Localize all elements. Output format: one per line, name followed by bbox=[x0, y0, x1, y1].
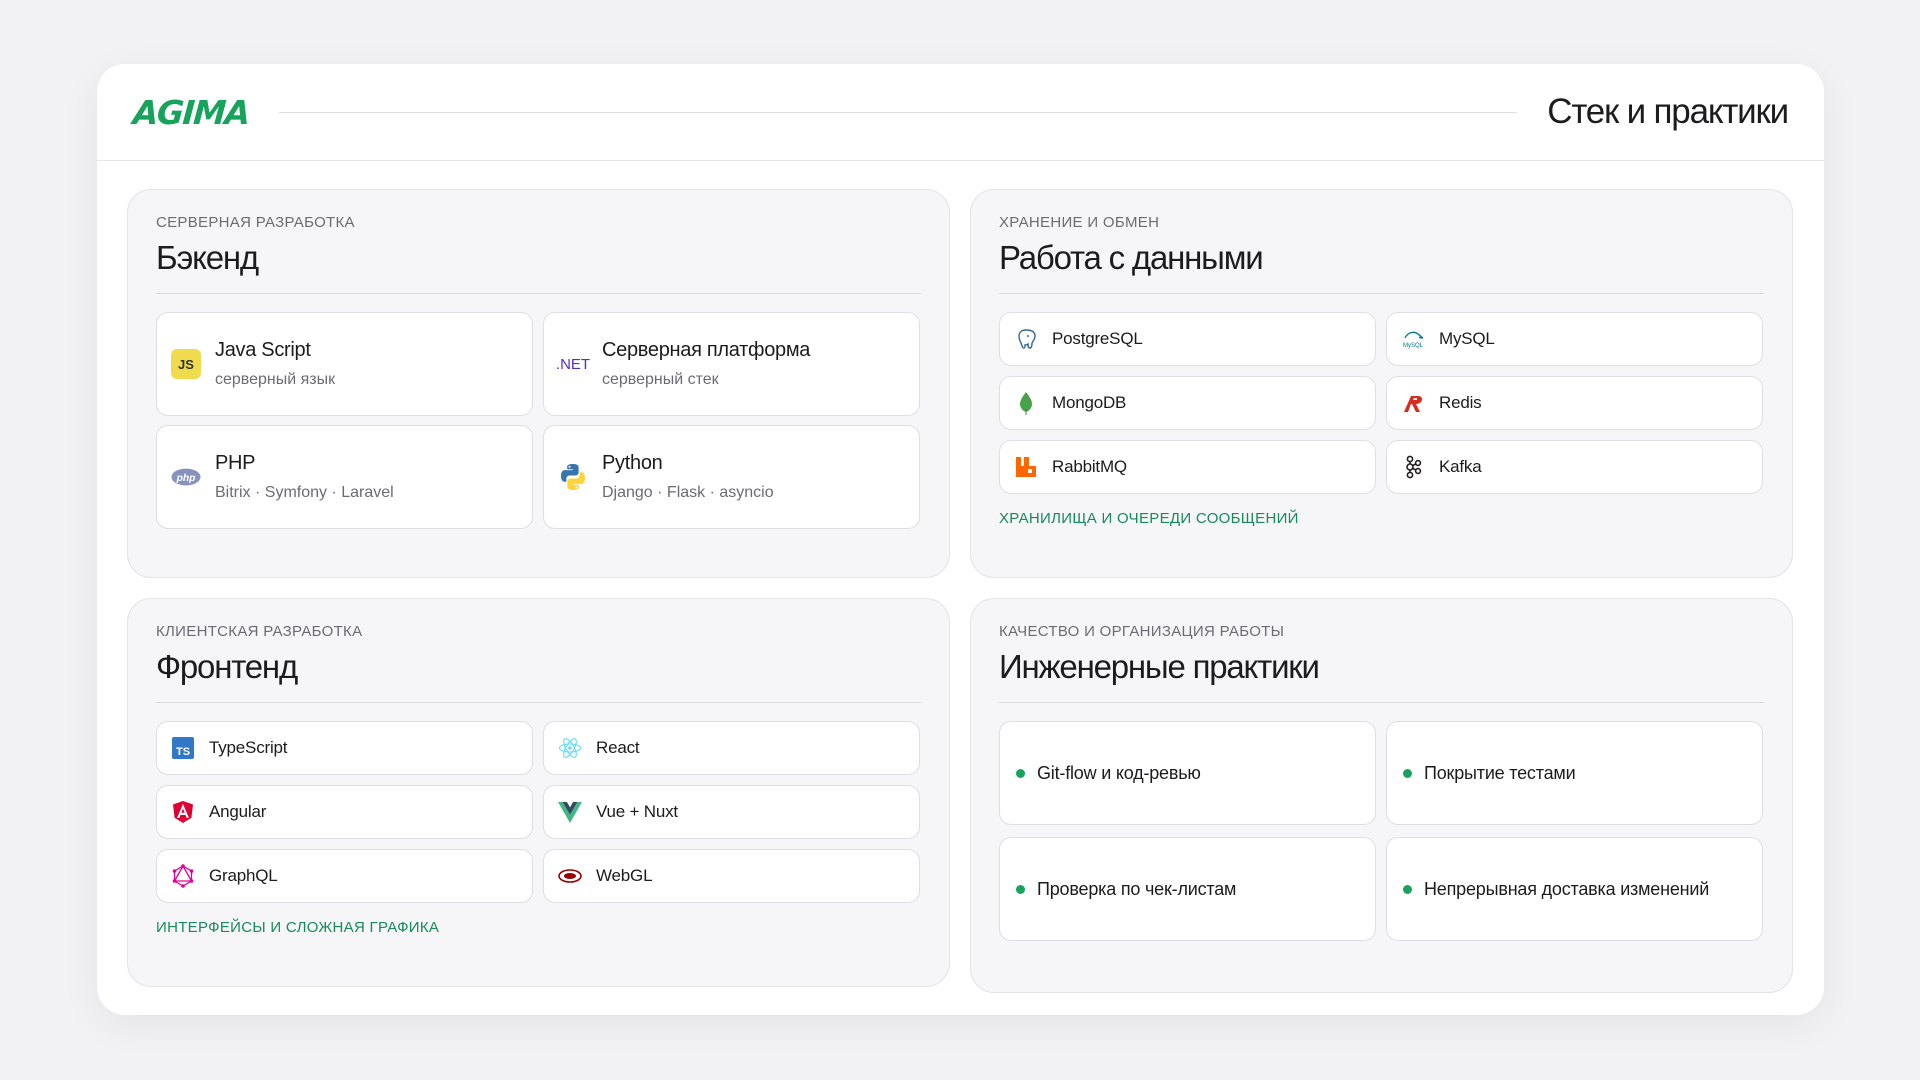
practices-panel: Качество и организация работы Инженерные… bbox=[970, 598, 1793, 993]
backend-kicker: Серверная разработка bbox=[156, 214, 355, 231]
vue-icon bbox=[558, 800, 582, 824]
tech-subtitle: серверный язык bbox=[215, 371, 336, 388]
agima-logo: AGIMA bbox=[131, 92, 251, 132]
svg-text:MySQL: MySQL bbox=[1403, 343, 1424, 349]
data-footnote: Хранилища и очереди сообщений bbox=[999, 510, 1299, 527]
data-divider bbox=[999, 293, 1764, 294]
tech-name: WebGL bbox=[596, 866, 653, 885]
tech-card-angular: Angular bbox=[156, 785, 533, 839]
bullet-dot-icon bbox=[1016, 884, 1025, 894]
svg-text:TS: TS bbox=[176, 746, 190, 758]
tech-name: PostgreSQL bbox=[1052, 329, 1143, 348]
backend-panel: Серверная разработка Бэкенд JS Java Scri… bbox=[127, 189, 950, 578]
bullet-dot-icon bbox=[1016, 768, 1025, 778]
tech-card-mongodb: MongoDB bbox=[999, 376, 1376, 430]
tech-card-graphql: GraphQL bbox=[156, 849, 533, 903]
mongodb-icon bbox=[1014, 391, 1038, 415]
webgl-icon bbox=[558, 864, 582, 888]
tech-subtitle: Bitrix · Symfony · Laravel bbox=[215, 484, 394, 501]
backend-divider bbox=[156, 293, 921, 294]
practice-card: Проверка по чек-листам bbox=[999, 837, 1376, 941]
svg-text:JS: JS bbox=[178, 357, 194, 372]
rabbitmq-icon bbox=[1014, 455, 1038, 479]
practice-label: Проверка по чек-листам bbox=[1037, 878, 1237, 899]
tech-card-typescript: TS TypeScript bbox=[156, 721, 533, 775]
kafka-icon bbox=[1401, 455, 1425, 479]
tech-name: Vue + Nuxt bbox=[596, 802, 678, 821]
header-divider bbox=[278, 111, 1518, 113]
tech-card-php: php PHP Bitrix · Symfony · Laravel bbox=[156, 425, 533, 529]
header: AGIMA Стек и практики bbox=[97, 64, 1824, 161]
tech-name: MySQL bbox=[1439, 329, 1495, 348]
practice-label: Непрерывная доставка изменений bbox=[1424, 878, 1710, 899]
frontend-title: Фронтенд bbox=[156, 648, 298, 685]
mysql-icon: MySQL bbox=[1401, 327, 1425, 351]
practice-card: Git-flow и код-ревью bbox=[999, 721, 1376, 825]
slide: AGIMA Стек и практики Серверная разработ… bbox=[97, 64, 1824, 1015]
php-icon: php bbox=[171, 462, 201, 492]
bullet-dot-icon bbox=[1403, 884, 1412, 894]
dotnet-icon: .NET bbox=[555, 355, 591, 373]
tech-name: Angular bbox=[209, 802, 267, 821]
tech-name: Kafka bbox=[1439, 457, 1482, 476]
practice-label: Git-flow и код-ревью bbox=[1037, 762, 1201, 783]
tech-card-mysql: MySQL MySQL bbox=[1386, 312, 1763, 366]
angular-icon bbox=[171, 800, 195, 824]
tech-name: MongoDB bbox=[1052, 393, 1127, 412]
tech-name: PHP bbox=[215, 452, 256, 474]
tech-card-python: Python Django · Flask · asyncio bbox=[543, 425, 920, 529]
tech-name: GraphQL bbox=[209, 866, 278, 885]
tech-card-javascript: JS Java Script серверный язык bbox=[156, 312, 533, 416]
bullet-dot-icon bbox=[1403, 768, 1412, 778]
tech-name: Java Script bbox=[215, 339, 311, 361]
tech-card-webgl: WebGL bbox=[543, 849, 920, 903]
frontend-divider bbox=[156, 702, 921, 703]
frontend-kicker: Клиентская разработка bbox=[156, 623, 363, 640]
tech-card-rabbitmq: RabbitMQ bbox=[999, 440, 1376, 494]
tech-card-vue: Vue + Nuxt bbox=[543, 785, 920, 839]
backend-title: Бэкенд bbox=[156, 239, 259, 276]
typescript-icon: TS bbox=[171, 736, 195, 760]
tech-card-dotnet: .NET Серверная платформа серверный стек bbox=[543, 312, 920, 416]
javascript-icon: JS bbox=[171, 349, 201, 379]
practices-title: Инженерные практики bbox=[999, 648, 1320, 685]
react-icon bbox=[558, 736, 582, 760]
tech-name: Серверная платформа bbox=[602, 339, 811, 361]
data-panel: Хранение и обмен Работа с данными Postgr… bbox=[970, 189, 1793, 578]
tech-card-redis: Redis bbox=[1386, 376, 1763, 430]
redis-icon bbox=[1401, 391, 1425, 415]
tech-card-kafka: Kafka bbox=[1386, 440, 1763, 494]
data-kicker: Хранение и обмен bbox=[999, 214, 1160, 231]
svg-text:php: php bbox=[176, 473, 196, 484]
practices-divider bbox=[999, 702, 1764, 703]
postgresql-icon bbox=[1014, 327, 1038, 351]
data-title: Работа с данными bbox=[999, 239, 1264, 276]
tech-subtitle: серверный стек bbox=[602, 371, 719, 388]
tech-name: RabbitMQ bbox=[1052, 457, 1127, 476]
tech-name: TypeScript bbox=[209, 738, 288, 757]
practice-card: Непрерывная доставка изменений bbox=[1386, 837, 1763, 941]
practice-card: Покрытие тестами bbox=[1386, 721, 1763, 825]
tech-name: React bbox=[596, 738, 640, 757]
graphql-icon bbox=[171, 864, 195, 888]
tech-card-postgresql: PostgreSQL bbox=[999, 312, 1376, 366]
frontend-panel: Клиентская разработка Фронтенд TS TypeSc… bbox=[127, 598, 950, 987]
tech-name: Python bbox=[602, 452, 663, 474]
practices-kicker: Качество и организация работы bbox=[999, 623, 1285, 640]
python-icon bbox=[558, 462, 588, 492]
practice-label: Покрытие тестами bbox=[1424, 762, 1576, 783]
tech-card-react: React bbox=[543, 721, 920, 775]
tech-subtitle: Django · Flask · asyncio bbox=[602, 484, 774, 501]
frontend-footnote: Интерфейсы и сложная графика bbox=[156, 919, 440, 936]
tech-name: Redis bbox=[1439, 393, 1482, 412]
page-title: Стек и практики bbox=[1547, 92, 1789, 131]
